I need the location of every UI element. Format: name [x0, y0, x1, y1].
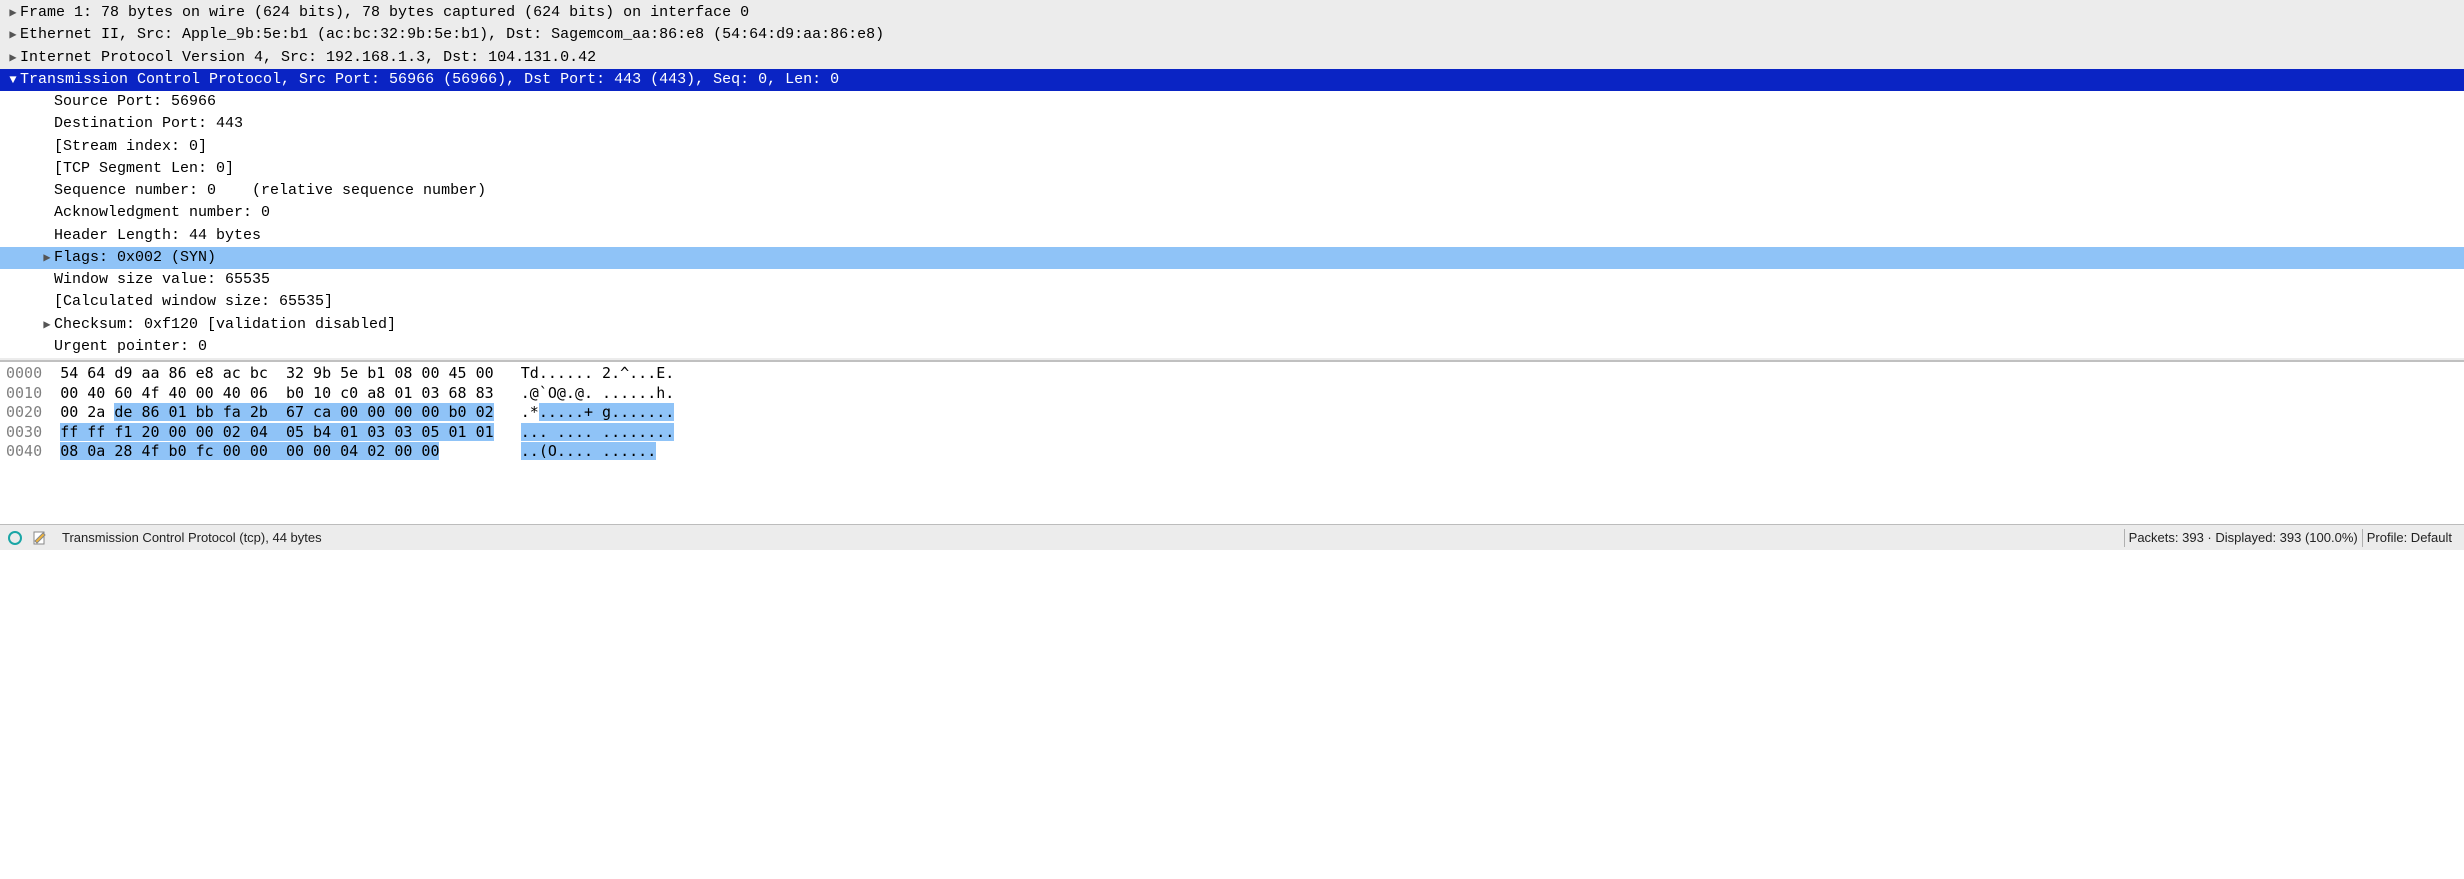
hex-row[interactable]: 0020 00 2a de 86 01 bb fa 2b 67 ca 00 00… [0, 403, 2464, 423]
tcp-seglen-row[interactable]: ▶ [TCP Segment Len: 0] [0, 158, 2464, 180]
tcp-ack-row[interactable]: ▶ Acknowledgment number: 0 [0, 202, 2464, 224]
hex-offset: 0010 [6, 384, 42, 402]
tcp-seq-text: Sequence number: 0 (relative sequence nu… [54, 181, 2464, 201]
expand-icon[interactable]: ▶ [6, 50, 20, 66]
details-tcp-row[interactable]: ▼ Transmission Control Protocol, Src Por… [0, 69, 2464, 91]
expand-icon[interactable]: ▶ [6, 5, 20, 21]
hex-row[interactable]: 0030 ff ff f1 20 00 00 02 04 05 b4 01 03… [0, 423, 2464, 443]
tcp-src-port-text: Source Port: 56966 [54, 92, 2464, 112]
tcp-hdrlen-text: Header Length: 44 bytes [54, 226, 2464, 246]
tcp-seq-row[interactable]: ▶ Sequence number: 0 (relative sequence … [0, 180, 2464, 202]
hex-row[interactable]: 0010 00 40 60 4f 40 00 40 06 b0 10 c0 a8… [0, 384, 2464, 404]
blank-icon: ▶ [40, 205, 54, 221]
hex-ascii: Td...... 2.^...E. [521, 364, 675, 382]
packet-details-pane[interactable]: ▶ Frame 1: 78 bytes on wire (624 bits), … [0, 0, 2464, 361]
tcp-win-row[interactable]: ▶ Window size value: 65535 [0, 269, 2464, 291]
hex-ascii: .@`O@.@. ......h. [521, 384, 675, 402]
status-packets[interactable]: Packets: 393 · Displayed: 393 (100.0%) [2125, 530, 2362, 545]
expert-info-icon[interactable] [8, 531, 22, 545]
expand-icon[interactable]: ▶ [40, 317, 54, 333]
tcp-urgent-row[interactable]: ▶ Urgent pointer: 0 [0, 336, 2464, 358]
hex-bytes-selected: ff ff f1 20 00 00 02 04 05 b4 01 03 03 0… [60, 423, 493, 441]
edit-note-icon[interactable] [32, 530, 48, 546]
details-ip-row[interactable]: ▶ Internet Protocol Version 4, Src: 192.… [0, 47, 2464, 69]
tcp-calcwin-text: [Calculated window size: 65535] [54, 292, 2464, 312]
hex-ascii-selected: .....+ g....... [539, 403, 674, 421]
hex-offset: 0040 [6, 442, 42, 460]
tcp-seglen-text: [TCP Segment Len: 0] [54, 159, 2464, 179]
details-tcp-text: Transmission Control Protocol, Src Port:… [20, 70, 2464, 90]
collapse-icon[interactable]: ▼ [6, 72, 20, 88]
hex-offset: 0020 [6, 403, 42, 421]
tcp-ack-text: Acknowledgment number: 0 [54, 203, 2464, 223]
hex-row[interactable]: 0040 08 0a 28 4f b0 fc 00 00 00 00 04 02… [0, 442, 2464, 462]
hex-ascii-selected: ..(O.... ...... [521, 442, 656, 460]
status-profile[interactable]: Profile: Default [2363, 530, 2464, 545]
status-bar: Transmission Control Protocol (tcp), 44 … [0, 524, 2464, 550]
details-ethernet-row[interactable]: ▶ Ethernet II, Src: Apple_9b:5e:b1 (ac:b… [0, 24, 2464, 46]
status-field-name: Transmission Control Protocol (tcp), 44 … [58, 530, 326, 545]
blank-icon: ▶ [40, 161, 54, 177]
details-ip-text: Internet Protocol Version 4, Src: 192.16… [20, 48, 2464, 68]
tcp-hdrlen-row[interactable]: ▶ Header Length: 44 bytes [0, 225, 2464, 247]
hex-bytes: 54 64 d9 aa 86 e8 ac bc 32 9b 5e b1 08 0… [60, 364, 493, 382]
tcp-calcwin-row[interactable]: ▶ [Calculated window size: 65535] [0, 291, 2464, 313]
tcp-win-text: Window size value: 65535 [54, 270, 2464, 290]
blank-icon: ▶ [40, 183, 54, 199]
hex-row[interactable]: 0000 54 64 d9 aa 86 e8 ac bc 32 9b 5e b1… [0, 364, 2464, 384]
blank-icon: ▶ [40, 116, 54, 132]
hex-ascii: .* [521, 403, 539, 421]
tcp-flags-text: Flags: 0x002 (SYN) [54, 248, 2464, 268]
expand-icon[interactable]: ▶ [6, 27, 20, 43]
tcp-dst-port-row[interactable]: ▶ Destination Port: 443 [0, 113, 2464, 135]
blank-icon: ▶ [40, 294, 54, 310]
blank-icon: ▶ [40, 228, 54, 244]
hex-bytes: 00 2a [60, 403, 114, 421]
details-frame-row[interactable]: ▶ Frame 1: 78 bytes on wire (624 bits), … [0, 2, 2464, 24]
blank-icon: ▶ [40, 94, 54, 110]
blank-icon: ▶ [40, 339, 54, 355]
details-frame-text: Frame 1: 78 bytes on wire (624 bits), 78… [20, 3, 2464, 23]
tcp-flags-row[interactable]: ▶ Flags: 0x002 (SYN) [0, 247, 2464, 269]
tcp-checksum-text: Checksum: 0xf120 [validation disabled] [54, 315, 2464, 335]
blank-icon: ▶ [40, 272, 54, 288]
tcp-stream-text: [Stream index: 0] [54, 137, 2464, 157]
expand-icon[interactable]: ▶ [40, 250, 54, 266]
blank-icon: ▶ [40, 139, 54, 155]
tcp-src-port-row[interactable]: ▶ Source Port: 56966 [0, 91, 2464, 113]
tcp-checksum-row[interactable]: ▶ Checksum: 0xf120 [validation disabled] [0, 314, 2464, 336]
hex-bytes-selected: 08 0a 28 4f b0 fc 00 00 00 00 04 02 00 0… [60, 442, 439, 460]
hex-offset: 0000 [6, 364, 42, 382]
hex-dump-pane[interactable]: 0000 54 64 d9 aa 86 e8 ac bc 32 9b 5e b1… [0, 361, 2464, 524]
tcp-dst-port-text: Destination Port: 443 [54, 114, 2464, 134]
tcp-subfields: ▶ Source Port: 56966 ▶ Destination Port:… [0, 91, 2464, 358]
tcp-urgent-text: Urgent pointer: 0 [54, 337, 2464, 357]
hex-bytes-selected: de 86 01 bb fa 2b 67 ca 00 00 00 00 b0 0… [114, 403, 493, 421]
details-ethernet-text: Ethernet II, Src: Apple_9b:5e:b1 (ac:bc:… [20, 25, 2464, 45]
hex-bytes: 00 40 60 4f 40 00 40 06 b0 10 c0 a8 01 0… [60, 384, 493, 402]
hex-offset: 0030 [6, 423, 42, 441]
tcp-stream-row[interactable]: ▶ [Stream index: 0] [0, 136, 2464, 158]
hex-ascii-selected: ... .... ........ [521, 423, 675, 441]
